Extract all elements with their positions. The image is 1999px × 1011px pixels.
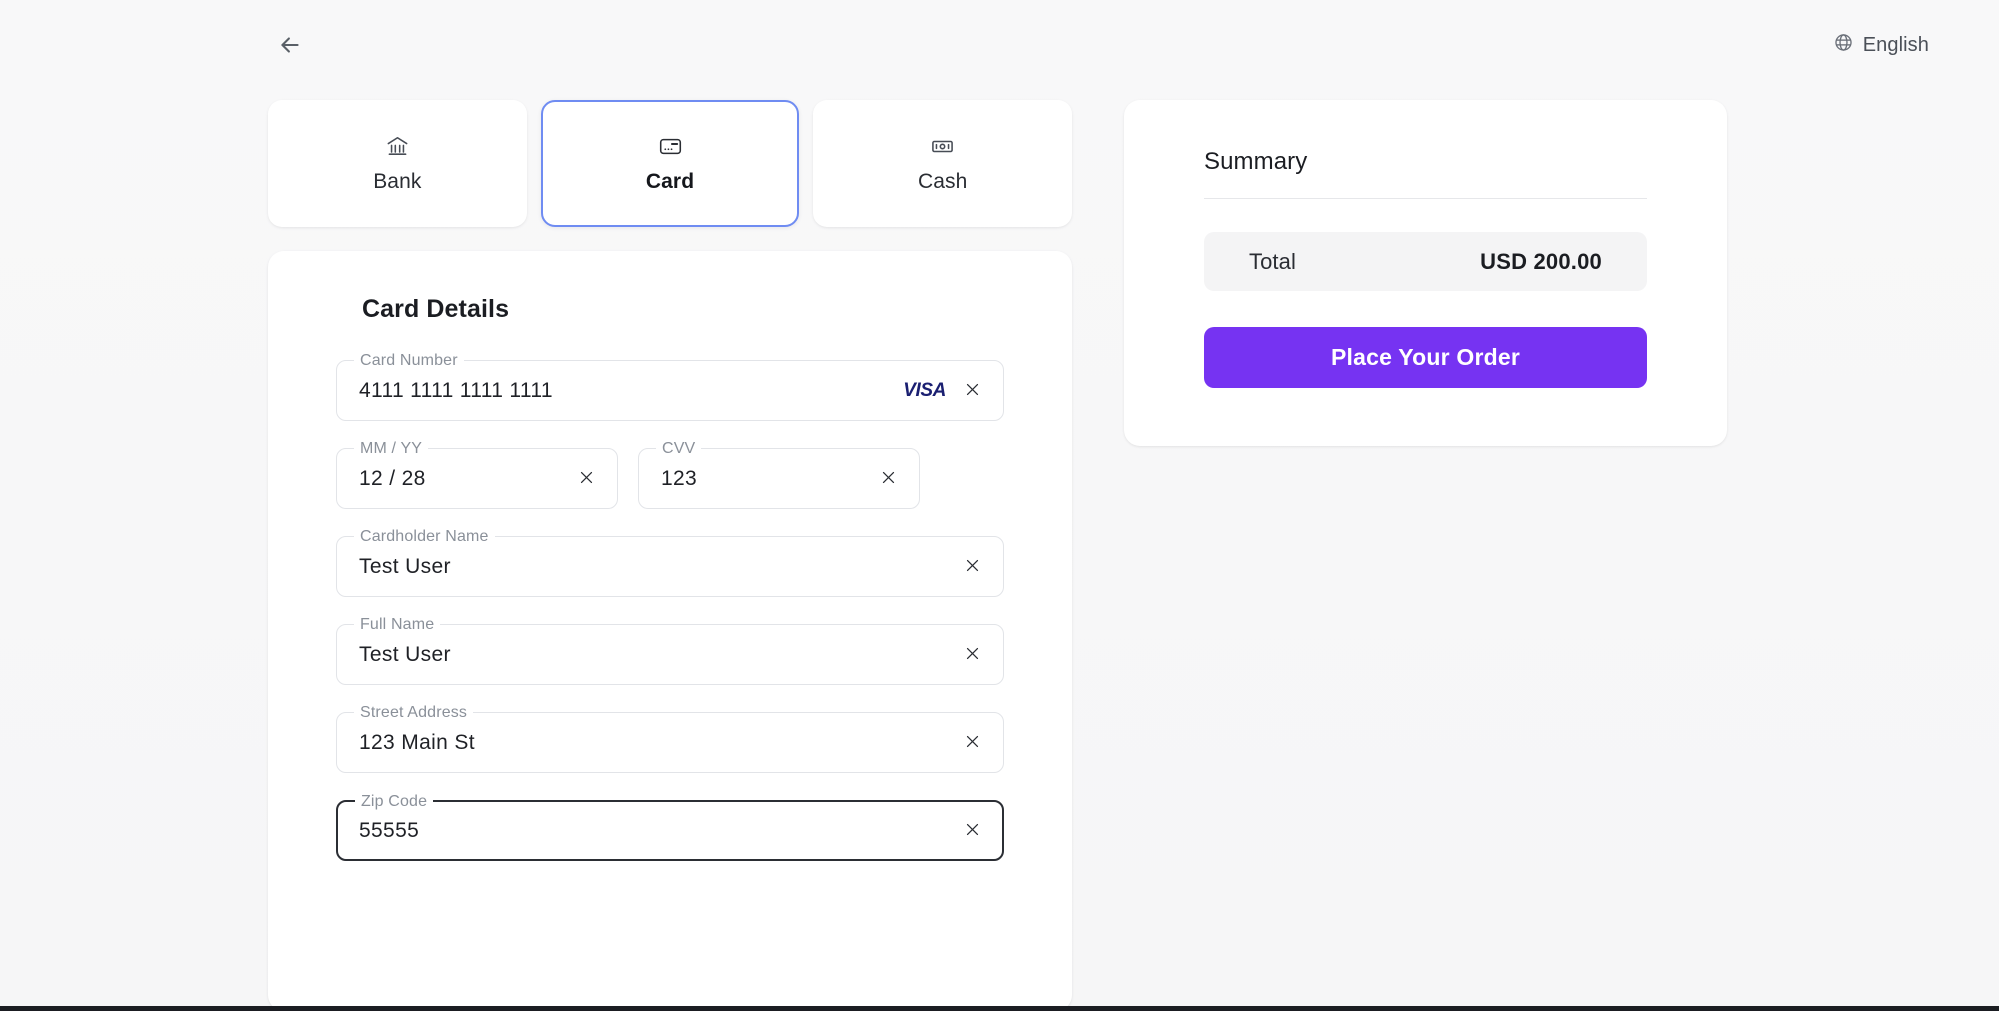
card-number-label: Card Number (354, 351, 464, 371)
field-row-expiry-cvv: MM / YY 12 / 28 (336, 448, 1004, 509)
payment-method-bank[interactable]: Bank (268, 100, 527, 227)
summary-card: Summary Total USD 200.00 Place Your Orde… (1124, 100, 1727, 446)
field-row-street-address: Street Address 123 Main St (336, 712, 1004, 773)
card-number-adornments: VISA (903, 378, 985, 404)
zip-code-clear-button[interactable] (959, 818, 985, 844)
back-button[interactable] (268, 23, 312, 67)
card-details-title: Card Details (362, 295, 1004, 324)
close-icon (964, 821, 981, 841)
payment-method-cash[interactable]: Cash (813, 100, 1072, 227)
street-address-field[interactable]: Street Address 123 Main St (336, 712, 1004, 773)
field-row-card-number: Card Number 4111 1111 1111 1111 VISA (336, 360, 1004, 421)
cvv-label: CVV (656, 439, 701, 459)
cardholder-name-value[interactable]: Test User (359, 555, 959, 579)
zip-code-field[interactable]: Zip Code 55555 (336, 800, 1004, 861)
expiry-value[interactable]: 12 / 28 (359, 467, 573, 491)
zip-code-label: Zip Code (355, 792, 433, 812)
street-address-adornments (959, 730, 985, 756)
payment-method-card[interactable]: Card (541, 100, 800, 227)
close-icon (578, 469, 595, 489)
cvv-value[interactable]: 123 (661, 467, 875, 491)
zip-code-value[interactable]: 55555 (359, 819, 959, 843)
payment-method-bank-label: Bank (373, 170, 421, 194)
summary-total-row: Total USD 200.00 (1204, 232, 1647, 291)
close-icon (880, 469, 897, 489)
close-icon (964, 733, 981, 753)
card-details-card: Card Details Card Number 4111 1111 1111 … (268, 251, 1072, 1011)
summary-total-value: USD 200.00 (1480, 249, 1602, 275)
top-bar: English (0, 0, 1999, 90)
banknote-icon (930, 133, 955, 159)
field-row-zip-code: Zip Code 55555 (336, 800, 1004, 861)
visa-brand-icon: VISA (903, 380, 946, 402)
payment-method-card-label: Card (646, 170, 694, 194)
card-number-value[interactable]: 4111 1111 1111 1111 (359, 379, 903, 403)
globe-icon (1834, 33, 1853, 57)
checkout-page: English (0, 0, 1999, 1011)
credit-card-icon (658, 133, 683, 159)
cvv-clear-button[interactable] (875, 466, 901, 492)
field-row-full-name: Full Name Test User (336, 624, 1004, 685)
card-number-clear-button[interactable] (959, 378, 985, 404)
street-address-value[interactable]: 123 Main St (359, 731, 959, 755)
payment-method-tabs: Bank Card (268, 100, 1072, 227)
expiry-adornments (573, 466, 599, 492)
summary-column: Summary Total USD 200.00 Place Your Orde… (1124, 100, 1727, 446)
cardholder-name-label: Cardholder Name (354, 527, 495, 547)
full-name-adornments (959, 642, 985, 668)
expiry-label: MM / YY (354, 439, 428, 459)
close-icon (964, 381, 981, 401)
cardholder-name-clear-button[interactable] (959, 554, 985, 580)
cardholder-name-field[interactable]: Cardholder Name Test User (336, 536, 1004, 597)
full-name-clear-button[interactable] (959, 642, 985, 668)
card-number-field[interactable]: Card Number 4111 1111 1111 1111 VISA (336, 360, 1004, 421)
summary-total-label: Total (1249, 249, 1296, 275)
summary-title: Summary (1204, 148, 1647, 199)
street-address-clear-button[interactable] (959, 730, 985, 756)
field-row-cardholder-name: Cardholder Name Test User (336, 536, 1004, 597)
cvv-adornments (875, 466, 901, 492)
expiry-field[interactable]: MM / YY 12 / 28 (336, 448, 618, 509)
payment-method-cash-label: Cash (918, 170, 967, 194)
full-name-value[interactable]: Test User (359, 643, 959, 667)
bank-building-icon (385, 133, 410, 159)
expiry-clear-button[interactable] (573, 466, 599, 492)
full-name-field[interactable]: Full Name Test User (336, 624, 1004, 685)
cvv-field[interactable]: CVV 123 (638, 448, 920, 509)
arrow-left-icon (277, 32, 303, 58)
close-icon (964, 645, 981, 665)
street-address-label: Street Address (354, 703, 473, 723)
checkout-content: Bank Card (0, 100, 1999, 1011)
full-name-label: Full Name (354, 615, 440, 635)
place-order-button[interactable]: Place Your Order (1204, 327, 1647, 388)
cardholder-name-adornments (959, 554, 985, 580)
close-icon (964, 557, 981, 577)
language-selector[interactable]: English (1826, 27, 1937, 63)
payment-column: Bank Card (268, 100, 1072, 1011)
viewport-bottom-edge (0, 1006, 1999, 1011)
zip-code-adornments (959, 818, 985, 844)
language-label: English (1863, 34, 1929, 57)
